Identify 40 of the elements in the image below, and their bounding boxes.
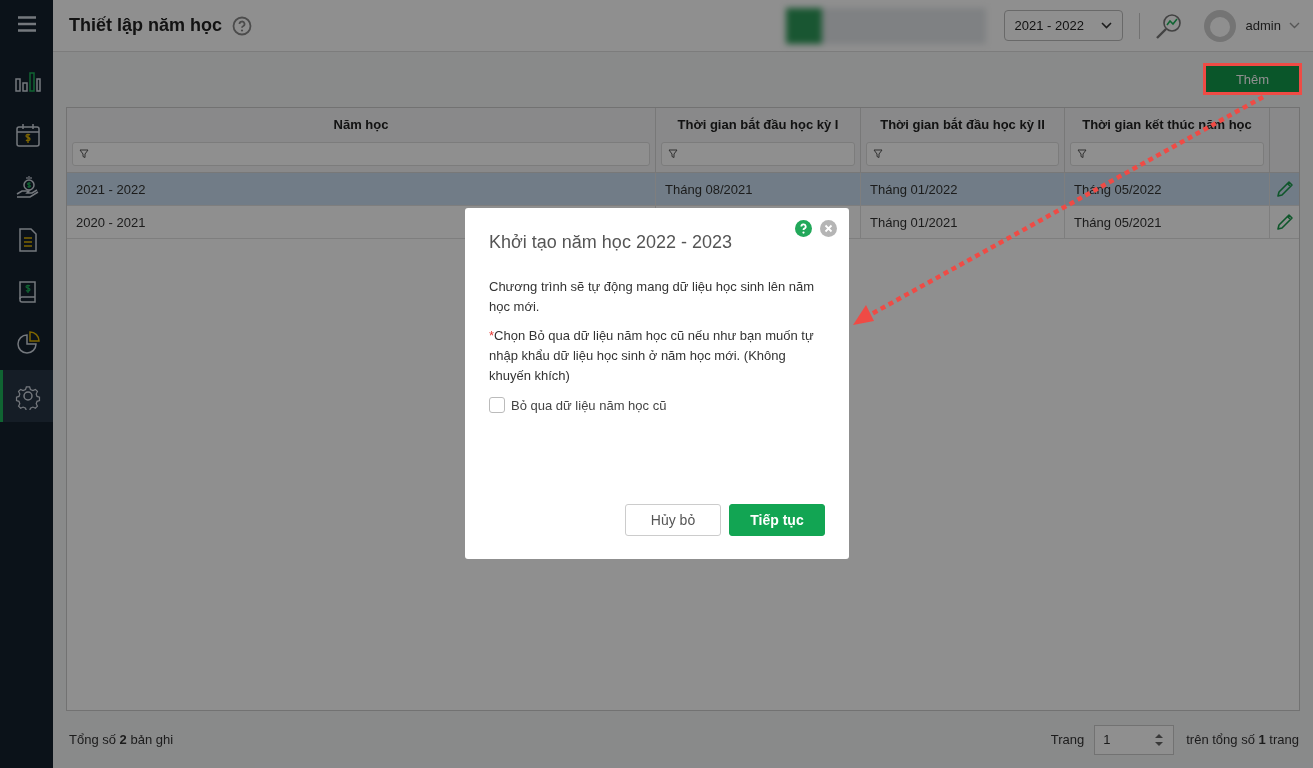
checkbox[interactable]: [489, 397, 505, 413]
record-count: Tổng số 2 bản ghi: [69, 732, 174, 747]
table-cell: 2021 - 2022: [67, 173, 656, 206]
table-cell: Tháng 01/2022: [861, 173, 1065, 206]
dialog-message: Chương trình sẽ tự động mang dữ liệu học sinh lên năm học mới.: [489, 278, 816, 316]
continue-button[interactable]: Tiếp tục: [729, 504, 825, 536]
spinner-arrows-icon[interactable]: [1154, 731, 1165, 748]
filter-icon: [79, 149, 89, 159]
table-cell: Tháng 05/2021: [1065, 206, 1270, 239]
page-title: Thiết lập năm học: [69, 15, 223, 36]
help-icon[interactable]: [795, 220, 812, 237]
filter-icon: [873, 149, 883, 159]
page-field[interactable]: 1: [1094, 724, 1175, 755]
page-label: Trang: [1050, 732, 1085, 747]
filter-field[interactable]: [661, 142, 855, 166]
column-header: Thời gian bắt đầu học kỳ I: [677, 117, 839, 133]
cancel-button[interactable]: Hủy bỏ: [625, 504, 721, 536]
filter-field[interactable]: [72, 142, 650, 166]
user-name[interactable]: admin: [1245, 18, 1281, 33]
chevron-down-icon: [1100, 22, 1112, 29]
filter-icon: [1077, 149, 1087, 159]
table-cell: Tháng 01/2021: [861, 206, 1065, 239]
column-header: Năm học: [333, 117, 389, 133]
chevron-down-icon[interactable]: [1289, 22, 1300, 29]
table-cell: Tháng 08/2021: [656, 173, 861, 206]
column-header: Thời gian bắt đầu học kỳ II: [880, 117, 1045, 133]
filter-icon: [668, 149, 678, 159]
pencil-icon[interactable]: [1275, 180, 1294, 198]
checkbox-label[interactable]: Bỏ qua dữ liệu năm học cũ: [511, 397, 667, 413]
calendar-dollar-icon: [14, 122, 42, 150]
pencil-icon[interactable]: [1275, 213, 1294, 231]
filter-field[interactable]: [866, 142, 1059, 166]
help-icon[interactable]: [232, 15, 253, 36]
sidebar-item[interactable]: [0, 370, 53, 422]
close-icon[interactable]: [820, 220, 837, 237]
filter-field[interactable]: [1070, 142, 1264, 166]
menu-icon[interactable]: [17, 16, 36, 32]
page-total: trên tổng số 1 trang: [1186, 732, 1299, 747]
dialog-note: *Chọn Bỏ qua dữ liệu năm học cũ nếu như bạn muốn tự nhập khẩu dữ liệu học sinh ở năm học mới. (Không khuyến khích): [489, 327, 815, 385]
year-select[interactable]: 2021 - 2022: [1003, 10, 1123, 41]
